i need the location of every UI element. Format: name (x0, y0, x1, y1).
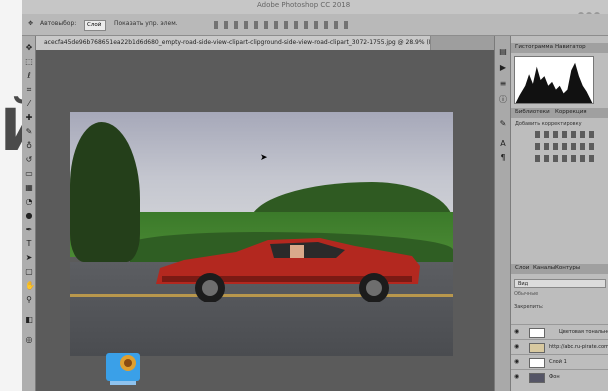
window-controls[interactable] (576, 3, 604, 18)
finder-icon[interactable] (102, 349, 144, 389)
properties-icon[interactable]: ≡ (499, 80, 507, 88)
tab-libraries[interactable]: Библиотеки (515, 109, 550, 115)
crop-icon[interactable]: ⌗ (25, 86, 33, 94)
autoselect-value: Слой (87, 22, 102, 28)
layers-tabs: Слои Каналы Контуры (511, 264, 608, 274)
layer-name: http://abc.ru-pirate.com/... (549, 344, 608, 350)
layer-name: Цветовая тональность (559, 329, 608, 335)
histogram-chart (514, 56, 594, 104)
blur-icon[interactable]: ◔ (25, 198, 33, 206)
history-brush-icon[interactable]: ↺ (25, 156, 33, 164)
quickmask-icon[interactable]: ◎ (25, 336, 33, 344)
tab-channels[interactable]: Каналы (533, 265, 555, 271)
layer-thumbnail (529, 373, 545, 383)
marquee-icon[interactable]: ⬚ (25, 58, 33, 66)
adjustment-tabs: Библиотеки Коррекция (511, 108, 608, 118)
eyedropper-icon[interactable]: ⁄ (25, 100, 33, 108)
move-tool-icon[interactable]: ✥ (28, 20, 33, 27)
canvas-area[interactable]: ➤ (36, 50, 494, 391)
layer-row[interactable]: ◉ Фон (511, 369, 608, 384)
lasso-icon[interactable]: ℓ (25, 72, 33, 80)
overlay-letter: Й (0, 90, 22, 170)
title-bar: Adobe Photoshop CC 2018 (22, 0, 608, 18)
window-title: Adobe Photoshop CC 2018 (257, 1, 351, 9)
stamp-icon[interactable]: ♁ (25, 142, 33, 150)
background-left (0, 0, 22, 391)
layer-row[interactable]: ◉ Цветовая тональность (511, 324, 608, 339)
tab-adjustments[interactable]: Коррекция (555, 109, 587, 115)
layer-name: Фон (549, 374, 560, 380)
right-panels: ▤ ▶ ≡ ⓘ ✎ A ¶ Гистограмма Навигатор Библ… (494, 36, 608, 391)
document-tab-bar: acecfa45de96b768651ea22b1d6d680_empty-ro… (36, 36, 494, 50)
gradient-icon[interactable]: ▦ (25, 184, 33, 192)
tab-layers[interactable]: Слои (515, 265, 529, 271)
tab-histogram[interactable]: Гистограмма (515, 44, 553, 50)
document-image[interactable]: ➤ (70, 112, 453, 356)
toolbox: ✥ ⬚ ℓ ⌗ ⁄ ✚ ✎ ♁ ↺ ▭ ▦ ◔ ● ✒ T ➤ ▢ ✋ ⚲ ◧ … (22, 36, 36, 391)
shape-icon[interactable]: ▢ (25, 268, 33, 276)
brush-icon[interactable]: ✎ (25, 128, 33, 136)
layer-thumbnail (529, 358, 545, 368)
eraser-icon[interactable]: ▭ (25, 170, 33, 178)
tab-navigator[interactable]: Навигатор (555, 44, 586, 50)
visibility-eye-icon[interactable]: ◉ (514, 325, 519, 339)
pen-icon[interactable]: ✒ (25, 226, 33, 234)
path-select-icon[interactable]: ➤ (25, 254, 33, 262)
character-icon[interactable]: A (499, 140, 507, 148)
lock-label: Закрепить: (514, 304, 544, 310)
healing-icon[interactable]: ✚ (25, 114, 33, 122)
show-transform-label[interactable]: Показать упр. элем. (114, 20, 178, 27)
adjustment-icons-row-3[interactable] (535, 155, 595, 162)
blend-mode-select[interactable]: Обычные (514, 291, 606, 300)
visibility-eye-icon[interactable]: ◉ (514, 370, 519, 384)
dodge-icon[interactable]: ● (25, 212, 33, 220)
options-bar: ✥ Автовыбор: Слой Показать упр. элем. (22, 14, 608, 36)
move-tool-icon[interactable]: ✥ (25, 44, 33, 52)
autoselect-select[interactable]: Слой (84, 20, 106, 31)
adjustment-icons-row-1[interactable] (535, 131, 595, 138)
layer-row[interactable]: ◉ Слой 1 (511, 354, 608, 369)
history-icon[interactable]: ▤ (499, 48, 507, 56)
add-adjustment-label: Добавить корректировку (515, 121, 582, 127)
hand-icon[interactable]: ✋ (25, 282, 35, 290)
zoom-icon[interactable]: ⚲ (25, 296, 33, 304)
brush-settings-icon[interactable]: ✎ (499, 120, 507, 128)
adjustment-icons-row-2[interactable] (535, 143, 595, 150)
mouse-cursor-icon: ➤ (260, 153, 268, 163)
document-tab[interactable]: acecfa45de96b768651ea22b1d6d680_empty-ro… (36, 36, 431, 50)
autoselect-label[interactable]: Автовыбор: (40, 20, 76, 27)
layer-kind-filter[interactable]: Вид (514, 279, 606, 288)
visibility-eye-icon[interactable]: ◉ (514, 355, 519, 369)
paragraph-icon[interactable]: ¶ (499, 154, 507, 162)
panel-icon-strip: ▤ ▶ ≡ ⓘ ✎ A ¶ (495, 36, 511, 391)
play-icon[interactable]: ▶ (499, 64, 507, 72)
layer-thumbnail (529, 343, 545, 353)
layer-row[interactable]: ◉ http://abc.ru-pirate.com/... (511, 339, 608, 354)
align-buttons[interactable] (214, 21, 354, 29)
type-icon[interactable]: T (25, 240, 33, 248)
info-icon[interactable]: ⓘ (499, 96, 507, 104)
visibility-eye-icon[interactable]: ◉ (514, 340, 519, 354)
tab-paths[interactable]: Контуры (555, 265, 580, 271)
red-sports-car[interactable] (150, 232, 425, 302)
histogram-tabs: Гистограмма Навигатор (511, 43, 608, 53)
color-swatch-icon[interactable]: ◧ (25, 316, 33, 324)
layer-thumbnail (529, 328, 545, 338)
layer-name: Слой 1 (549, 359, 567, 365)
photoshop-window: Adobe Photoshop CC 2018 ✥ Автовыбор: Сло… (22, 0, 608, 391)
